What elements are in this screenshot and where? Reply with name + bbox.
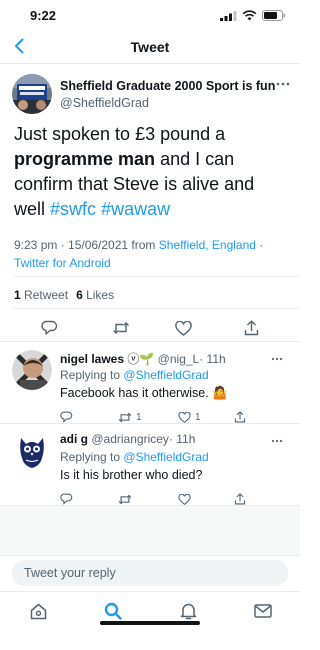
heart-icon xyxy=(178,411,191,423)
reply-retweet-count: 1 xyxy=(136,411,142,423)
tab-messages[interactable] xyxy=(251,599,275,623)
author-row: Sheffield Graduate 2000 Sport is fun @Sh… xyxy=(12,74,292,116)
avatar-image xyxy=(12,74,52,114)
reply-item[interactable]: nigel lawes ⓥ🌱 @nig_L· 11h Replying to @… xyxy=(0,341,300,423)
home-indicator xyxy=(100,621,200,625)
retweet-button[interactable] xyxy=(109,316,133,340)
tweet-actions xyxy=(0,316,300,340)
nav-bar: Tweet xyxy=(0,30,300,64)
more-options-button[interactable] xyxy=(274,78,292,90)
reply-author-handle[interactable]: @adriangricey xyxy=(91,432,169,446)
divider xyxy=(14,308,300,309)
empty-area xyxy=(0,505,300,555)
tab-notifications[interactable] xyxy=(176,599,200,623)
share-button[interactable] xyxy=(239,316,263,340)
wifi-icon xyxy=(242,10,257,21)
reply-more-button[interactable] xyxy=(268,354,286,364)
divider xyxy=(14,276,300,277)
share-icon xyxy=(234,493,246,505)
hashtag-swfc[interactable]: #swfc xyxy=(50,199,96,219)
meta-separator: · xyxy=(255,238,264,252)
reply-icon xyxy=(60,493,73,505)
share-icon xyxy=(234,411,246,423)
tab-bar xyxy=(0,591,300,631)
avatar[interactable] xyxy=(12,74,52,114)
status-time: 9:22 xyxy=(30,8,57,23)
like-button[interactable] xyxy=(171,316,195,340)
replying-to-handle[interactable]: @SheffieldGrad xyxy=(123,368,208,382)
tweet-location[interactable]: Sheffield, England xyxy=(159,238,256,252)
retweet-stat[interactable]: 1 Retweet xyxy=(14,288,68,302)
avatar-image xyxy=(12,350,52,390)
reply-author-handle[interactable]: @nig_L xyxy=(158,352,200,366)
tweet-stats: 1 Retweet 6 Likes xyxy=(14,288,114,302)
heart-icon xyxy=(174,320,192,336)
replying-to: Replying to @SheffieldGrad xyxy=(60,368,209,382)
compose-bar xyxy=(0,555,300,591)
tweet-client[interactable]: Twitter for Android xyxy=(14,256,111,270)
reply-age: · 11h xyxy=(199,352,226,366)
tweet-text-part1: Just spoken to £3 pound a xyxy=(14,124,226,144)
reply-text: Is it his brother who died? xyxy=(60,468,203,482)
replying-to: Replying to @SheffieldGrad xyxy=(60,450,209,464)
replying-to-handle[interactable]: @SheffieldGrad xyxy=(123,450,208,464)
tweet-timestamp: 9:23 pm · 15/06/2021 from xyxy=(14,238,156,252)
retweet-icon xyxy=(118,412,132,422)
reply-text: Facebook has it otherwise. 🤷 xyxy=(60,386,228,400)
tweet-text: Just spoken to £3 pound a programme man … xyxy=(14,122,290,222)
heart-icon xyxy=(178,493,191,505)
retweet-count: 1 xyxy=(14,288,21,302)
ellipsis-icon xyxy=(271,357,283,361)
like-label: Likes xyxy=(86,288,115,302)
page-title: Tweet xyxy=(130,39,170,55)
bell-icon xyxy=(180,603,196,620)
avatar[interactable] xyxy=(12,350,52,390)
reply-header: nigel lawes ⓥ🌱 @nig_L· 11h xyxy=(60,350,226,367)
retweet-icon xyxy=(113,322,129,334)
ellipsis-icon xyxy=(271,439,283,443)
home-icon xyxy=(30,603,46,619)
owl-logo-icon xyxy=(12,432,52,472)
share-icon xyxy=(244,320,258,336)
reply-age: · 11h xyxy=(168,432,196,446)
author-name[interactable]: Sheffield Graduate 2000 Sport is fun xyxy=(60,79,275,93)
ellipsis-icon xyxy=(276,82,290,86)
reply-author-name[interactable]: adi g xyxy=(60,432,88,446)
reply-icon xyxy=(40,320,57,335)
retweet-label: Retweet xyxy=(24,288,69,302)
reply-input[interactable] xyxy=(12,560,288,586)
reply-author-badges: ⓥ🌱 xyxy=(127,352,155,366)
battery-icon xyxy=(262,10,286,21)
reply-more-button[interactable] xyxy=(268,436,286,446)
tab-home[interactable] xyxy=(26,599,50,623)
reply-like-count: 1 xyxy=(195,411,201,423)
retweet-icon xyxy=(118,494,132,504)
reply-header: adi g @adriangricey· 11h xyxy=(60,432,195,446)
reply-icon xyxy=(60,411,73,423)
status-bar: 9:22 xyxy=(0,0,300,30)
hashtag-wawaw[interactable]: #wawaw xyxy=(101,199,170,219)
envelope-icon xyxy=(254,604,272,618)
avatar[interactable] xyxy=(12,432,52,472)
reply-item[interactable]: adi g @adriangricey· 11h Replying to @Sh… xyxy=(0,423,300,505)
tab-search[interactable] xyxy=(101,599,125,623)
tweet-text-bold: programme man xyxy=(14,149,156,169)
replying-to-label: Replying to xyxy=(60,450,121,464)
reply-author-name[interactable]: nigel lawes xyxy=(60,352,124,366)
signal-icon xyxy=(220,10,237,21)
author-handle[interactable]: @SheffieldGrad xyxy=(60,96,149,110)
search-icon xyxy=(104,602,122,620)
status-icons xyxy=(220,10,286,21)
like-count: 6 xyxy=(76,288,83,302)
reply-button[interactable] xyxy=(37,316,61,340)
replying-to-label: Replying to xyxy=(60,368,121,382)
like-stat[interactable]: 6 Likes xyxy=(76,288,114,302)
tweet-meta: 9:23 pm · 15/06/2021 from Sheffield, Eng… xyxy=(14,236,294,272)
